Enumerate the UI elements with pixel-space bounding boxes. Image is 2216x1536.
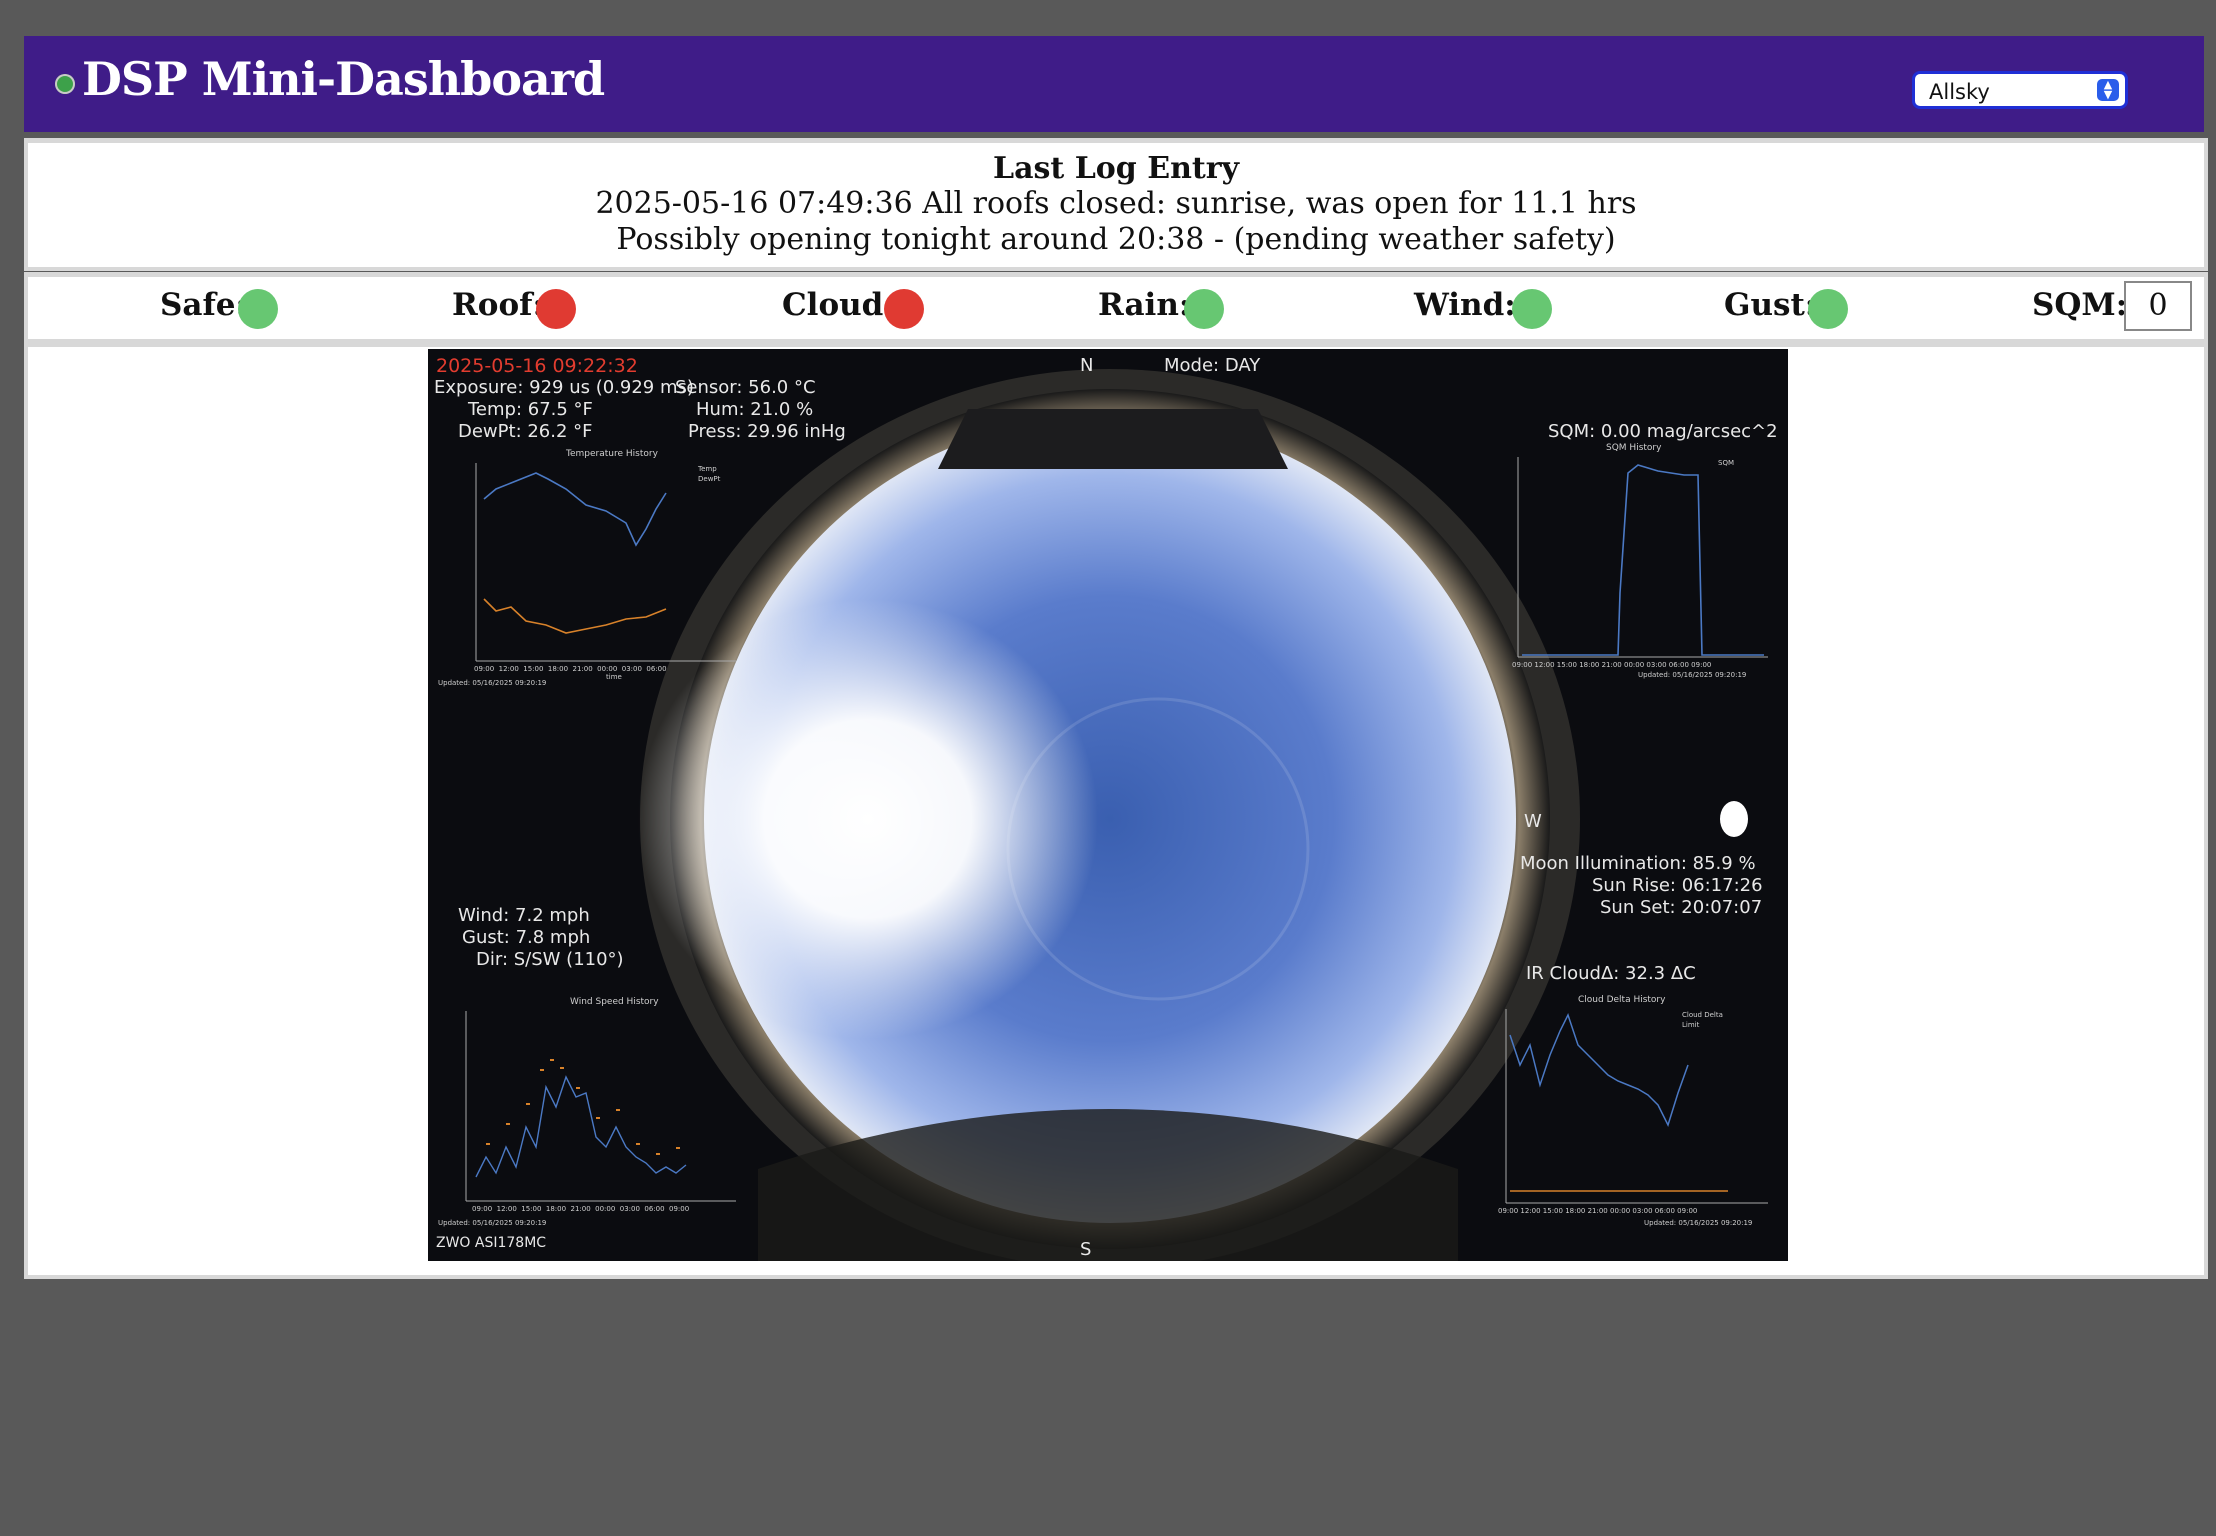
last-log-panel: Last Log Entry 2025-05-16 07:49:36 All r…: [24, 138, 2208, 271]
sun-set: Sun Set: 20:07:07: [1600, 897, 1763, 918]
rain-indicator-icon: [1184, 289, 1224, 329]
log-line-2: Possibly opening tonight around 20:38 - …: [616, 222, 1616, 257]
temperature-history-chart: Temperature History Temp DewPt 09:00 12:…: [436, 449, 748, 687]
sky-dewpt: DewPt: 26.2 °F: [458, 421, 593, 442]
compass-west: W: [1524, 811, 1542, 832]
gust-speed: Gust: 7.8 mph: [462, 927, 591, 948]
wind-speed: Wind: 7.2 mph: [458, 905, 590, 926]
page-title: DSP Mini-Dashboard: [82, 52, 605, 106]
sqm-updated: Updated: 05/16/2025 09:20:19: [1638, 671, 1747, 679]
wind-indicator-icon: [1512, 289, 1552, 329]
cloud-label: Cloud:: [782, 287, 895, 323]
roof-label: Roof:: [452, 287, 544, 323]
cloud-indicator-icon: [884, 289, 924, 329]
gust-indicator-icon: [1808, 289, 1848, 329]
rain-label: Rain:: [1098, 287, 1191, 323]
sqm-label: SQM:: [2032, 287, 2128, 323]
sqm-value-box: 0: [2124, 281, 2192, 331]
ir-cloud-delta: IR CloudΔ: 32.3 ΔC: [1526, 963, 1696, 984]
sky-timestamp: 2025-05-16 09:22:32: [436, 355, 638, 377]
gust-label: Gust:: [1724, 287, 1817, 323]
sun-rise: Sun Rise: 06:17:26: [1592, 875, 1763, 896]
compass-south: S: [1080, 1239, 1092, 1260]
log-heading: Last Log Entry: [992, 151, 1240, 186]
select-arrows-icon: ▲ ▼: [2097, 79, 2119, 101]
compass-north: N: [1080, 355, 1094, 376]
wind-updated: Updated: 05/16/2025 09:20:19: [438, 1219, 547, 1227]
sky-exposure: Exposure: 929 us (0.929 ms): [434, 377, 694, 398]
sqm-time-ticks: 09:00 12:00 15:00 18:00 21:00 00:00 03:0…: [1512, 661, 1712, 669]
sky-press: Press: 29.96 inHg: [688, 421, 846, 442]
camera-model: ZWO ASI178MC: [436, 1235, 547, 1251]
temp-time-label: time: [606, 673, 622, 681]
sky-sqm: SQM: 0.00 mag/arcsec^2: [1548, 421, 1778, 442]
temp-updated: Updated: 05/16/2025 09:20:19: [438, 679, 547, 687]
roof-indicator-icon: [536, 289, 576, 329]
wind-label: Wind:: [1414, 287, 1516, 323]
connection-status-icon: [55, 74, 75, 94]
wind-history-chart: Wind Speed History 09:00 12:00 15:00 18:…: [436, 997, 748, 1235]
safe-label: Safe:: [160, 287, 247, 323]
moon-illumination: Moon Illumination: 85.9 %: [1520, 853, 1756, 874]
view-select-value: Allsky: [1929, 80, 1990, 104]
sky-temp: Temp: 67.5 °F: [468, 399, 593, 420]
log-line-1: 2025-05-16 07:49:36 All roofs closed: su…: [595, 186, 1637, 221]
sky-sensor: Sensor: 56.0 °C: [675, 377, 816, 398]
cloud-time-ticks: 09:00 12:00 15:00 18:00 21:00 00:00 03:0…: [1498, 1207, 1698, 1215]
header-bar: DSP Mini-Dashboard Allsky ▲ ▼: [24, 36, 2204, 132]
sky-mode: Mode: DAY: [1164, 355, 1261, 376]
sqm-history-chart: SQM History SQM 09:00 12:00 15:00 18:00 …: [1488, 443, 1780, 689]
view-select[interactable]: Allsky ▲ ▼: [1912, 71, 2128, 109]
sky-hum: Hum: 21.0 %: [696, 399, 814, 420]
cloud-delta-history-chart: Cloud Delta History Cloud Delta Limit 09…: [1468, 995, 1780, 1235]
status-panel: Safe: Roof: Cloud: Rain: Wind: Gust: SQM…: [24, 272, 2208, 343]
wind-direction: Dir: S/SW (110°): [476, 949, 624, 970]
wind-time-ticks: 09:00 12:00 15:00 18:00 21:00 00:00 03:0…: [472, 1205, 690, 1213]
allsky-image: 2025-05-16 09:22:32 Exposure: 929 us (0.…: [428, 349, 1788, 1261]
safe-indicator-icon: [238, 289, 278, 329]
temp-time-ticks: 09:00 12:00 15:00 18:00 21:00 00:00 03:0…: [474, 665, 667, 673]
cloud-updated: Updated: 05/16/2025 09:20:19: [1644, 1219, 1753, 1227]
